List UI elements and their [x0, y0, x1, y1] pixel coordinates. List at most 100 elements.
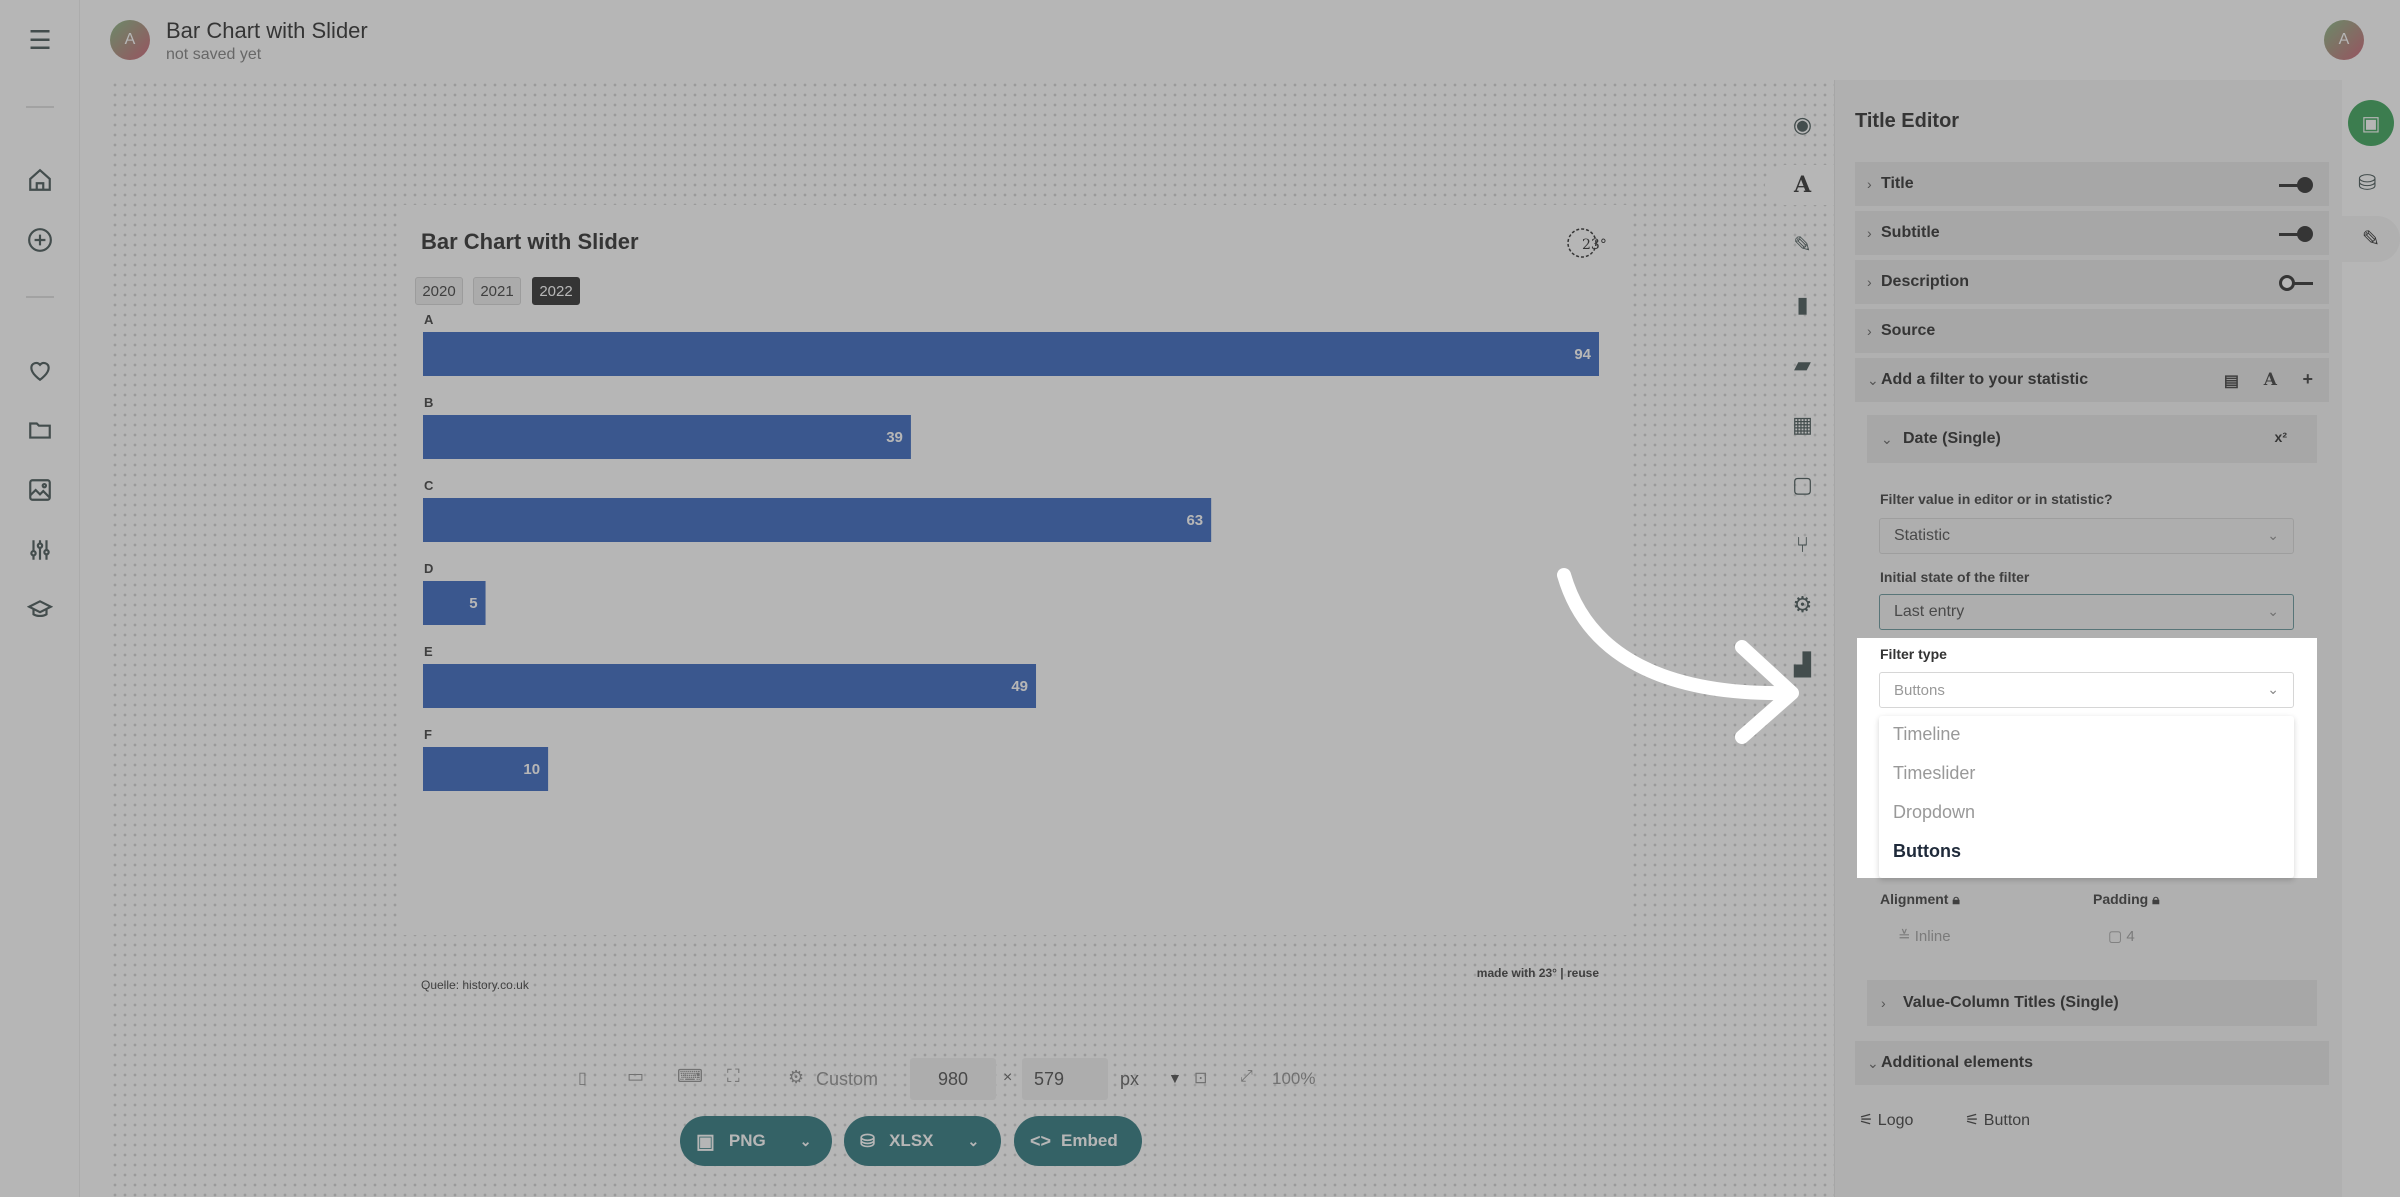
row-label: Subtitle: [1881, 224, 1940, 241]
chart-footer[interactable]: made with 23° | reuse: [1477, 966, 1599, 980]
add-circle-icon[interactable]: [24, 224, 56, 256]
chevron-down-icon[interactable]: ⌄: [968, 1133, 980, 1150]
png-export-button[interactable]: ▣ PNG ⌄: [680, 1116, 832, 1166]
bar[interactable]: [423, 332, 1599, 376]
data-label: 94: [1574, 346, 1591, 363]
padding-label: Padding 🔒︎: [2093, 891, 2160, 908]
layout-icon[interactable]: ▤: [2224, 371, 2239, 391]
bar-chart-icon[interactable]: ▮: [1765, 285, 1840, 325]
chevron-down-icon: ⌄: [1867, 1054, 1879, 1071]
option-timeline[interactable]: Timeline: [1893, 724, 1960, 745]
presentation-icon[interactable]: ▢: [1765, 465, 1840, 505]
align-icon: ≚: [1898, 928, 1915, 945]
add-icon[interactable]: +: [2302, 369, 2313, 390]
row-label: Description: [1881, 273, 1970, 290]
value-titles-row[interactable]: › Value-Column Titles (Single): [1867, 980, 2317, 1026]
filter-value-select[interactable]: Statistic ⌄: [1879, 518, 2294, 554]
option-timeslider[interactable]: Timeslider: [1893, 763, 1975, 784]
category-label: E: [424, 644, 433, 659]
bar[interactable]: [423, 415, 911, 459]
resize-icon[interactable]: ⤢: [1240, 1068, 1253, 1086]
user-avatar[interactable]: A: [2324, 20, 2364, 60]
category-label: F: [424, 727, 432, 742]
png-label: PNG: [728, 1131, 766, 1150]
embed-label: Embed: [1061, 1131, 1118, 1150]
chevron-down-icon: ⌄: [1881, 430, 1893, 447]
subtitle-toggle[interactable]: [2279, 226, 2313, 242]
mobile-icon[interactable]: ▯: [578, 1068, 587, 1088]
bar[interactable]: [423, 664, 1037, 708]
subtitle-row[interactable]: › Subtitle: [1855, 211, 2329, 257]
padding-value[interactable]: ▢ 4: [2108, 927, 2135, 945]
database-icon[interactable]: ⛁: [2358, 170, 2376, 196]
document-title[interactable]: Bar Chart with Slider: [166, 18, 368, 44]
date-single-row[interactable]: ⌄ Date (Single) x²: [1867, 415, 2317, 463]
category-label: A: [424, 312, 434, 327]
heart-icon[interactable]: [24, 354, 56, 386]
data-label: 49: [1011, 678, 1028, 695]
preset-label[interactable]: Custom: [816, 1069, 878, 1090]
title-row[interactable]: › Title: [1855, 162, 2329, 208]
save-status: not saved yet: [166, 46, 262, 63]
menu-icon[interactable]: ☰: [24, 24, 56, 56]
value-text: 4: [2126, 928, 2135, 945]
home-icon[interactable]: [24, 164, 56, 196]
graduation-cap-icon[interactable]: [24, 594, 56, 626]
filter-type-options: Timeline Timeslider Dropdown Buttons: [1879, 716, 2294, 878]
text-format-icon[interactable]: A: [1765, 165, 1840, 205]
width-input[interactable]: 980: [910, 1058, 996, 1100]
chevron-down-icon: ⌄: [1867, 371, 1879, 388]
unit-label: px: [1120, 1069, 1140, 1089]
description-row[interactable]: › Description: [1855, 260, 2329, 306]
comment-icon[interactable]: ▰: [1765, 345, 1840, 385]
xlsx-export-button[interactable]: ⛁ XLSX ⌄: [844, 1116, 1001, 1166]
chevron-right-icon: ›: [1867, 274, 1872, 290]
code-icon: <>: [1030, 1130, 1052, 1151]
lock-ratio-icon[interactable]: ⊡: [1194, 1068, 1207, 1088]
save-icon[interactable]: ▣: [2348, 100, 2394, 146]
avatar[interactable]: A: [110, 20, 150, 60]
brush-icon[interactable]: ✎: [1765, 225, 1840, 265]
chevron-right-icon: ›: [1867, 176, 1872, 192]
additional-elements-row[interactable]: ⌄ Additional elements: [1855, 1041, 2329, 1087]
embed-button[interactable]: <> Embed: [1014, 1116, 1142, 1166]
row-label: Value-Column Titles (Single): [1903, 994, 2119, 1011]
row-label: Title: [1881, 175, 1914, 192]
database-icon: ⛁: [860, 1130, 876, 1151]
folder-icon[interactable]: [24, 414, 56, 446]
button-element-button[interactable]: ⚟ Button: [1965, 1110, 2030, 1130]
pencil-icon[interactable]: ✎: [2342, 216, 2400, 262]
filter-type-label: Filter type: [1880, 646, 1947, 662]
bar[interactable]: [423, 498, 1212, 542]
lock-icon: 🔒︎: [1952, 891, 1960, 907]
layout-icon[interactable]: ▦: [1765, 405, 1840, 445]
initial-state-select[interactable]: Last entry ⌄: [1879, 594, 2294, 630]
superscript-icon[interactable]: x²: [2275, 429, 2287, 445]
image-icon[interactable]: [24, 474, 56, 506]
option-dropdown[interactable]: Dropdown: [1893, 802, 1975, 823]
sliders-icon[interactable]: [24, 534, 56, 566]
option-buttons[interactable]: Buttons: [1893, 841, 1961, 862]
unit-dropdown-icon[interactable]: ▼: [1168, 1070, 1182, 1086]
eye-icon[interactable]: ◉: [1765, 105, 1840, 145]
chevron-down-icon[interactable]: ⌄: [800, 1133, 812, 1150]
fullscreen-icon[interactable]: ⛶: [727, 1066, 740, 1087]
filter-type-select[interactable]: Buttons ⌄: [1879, 672, 2294, 708]
alignment-value[interactable]: ≚ Inline: [1898, 927, 1951, 945]
select-placeholder: Buttons: [1894, 681, 1945, 699]
title-toggle[interactable]: [2279, 177, 2313, 193]
filter-value-label: Filter value in editor or in statistic?: [1880, 491, 2113, 507]
source-row[interactable]: › Source: [1855, 309, 2329, 355]
gear-icon: ⚙: [788, 1067, 805, 1087]
height-input[interactable]: 579: [1022, 1058, 1108, 1100]
data-label: 5: [469, 595, 477, 612]
value-text: Inline: [1914, 928, 1951, 945]
text-icon[interactable]: A: [2264, 370, 2277, 390]
sliders-icon: ⚟: [1965, 1112, 1984, 1129]
filter-row[interactable]: ⌄ Add a filter to your statistic ▤ A +: [1855, 358, 2329, 404]
description-toggle[interactable]: [2279, 275, 2313, 291]
chart-card: Bar Chart with Slider 23° 2020 2021 2022…: [401, 205, 1631, 992]
logo-element-button[interactable]: ⚟ Logo: [1859, 1110, 1913, 1130]
tablet-icon[interactable]: ▭: [627, 1066, 644, 1087]
laptop-icon[interactable]: ⌨: [677, 1066, 703, 1087]
